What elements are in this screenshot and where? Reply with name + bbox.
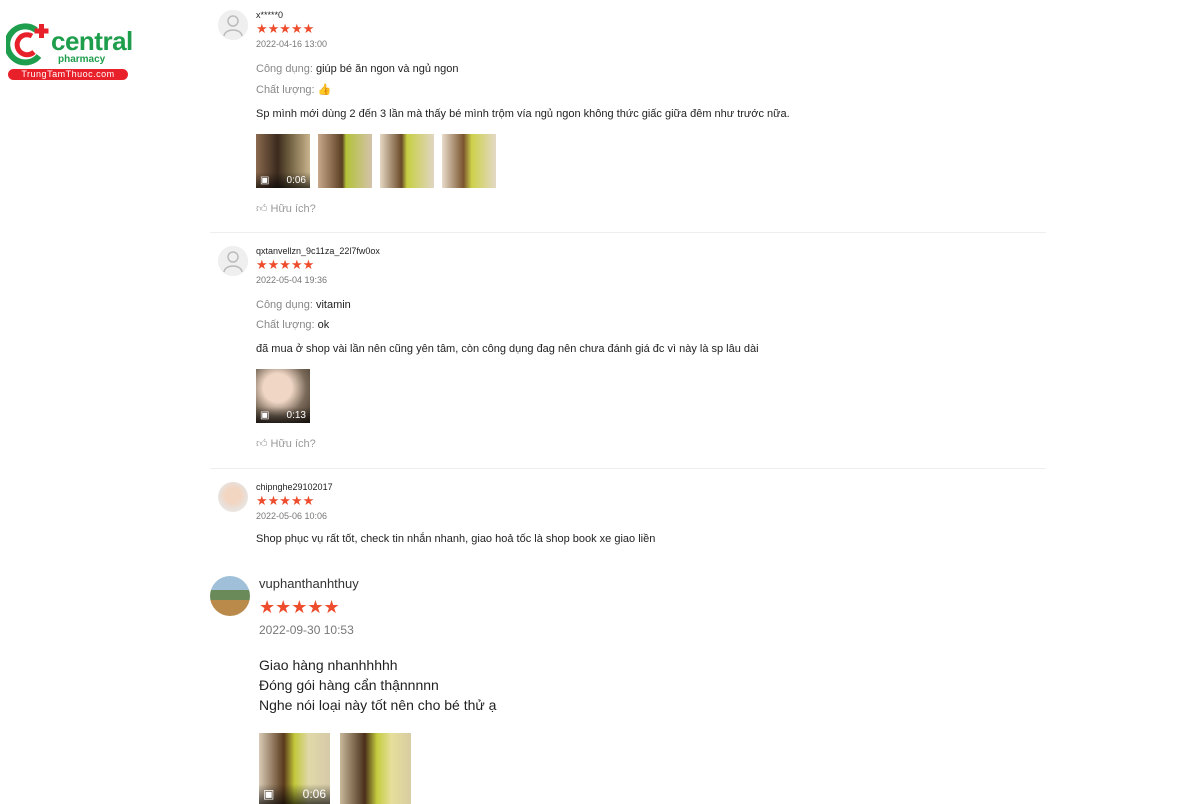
review-username[interactable]: chipnghe29102017 [256,482,655,492]
logo-brand-text: central [51,26,133,56]
review-date: 2022-04-16 13:00 [256,39,328,49]
divider [210,232,1046,233]
usage-value: giúp bé ăn ngon và ngủ ngon [315,63,459,75]
helpful-button[interactable]: 👍︎ Hữu ích? [256,437,759,451]
star-rating: ★★★★★ [256,257,315,272]
video-overlay: ▣ 0:06 [256,172,310,188]
central-pharmacy-logo[interactable]: central pharmacy TrungTamThuoc.com [6,22,133,82]
usage-row: Công dụng: vitamin [256,299,759,311]
quality-value: ok [317,319,330,331]
video-camera-icon: ▣ [260,174,270,186]
review-comment: Shop phục vụ rất tốt, check tin nhắn nha… [256,533,656,545]
star-rating: ★★★★★ [256,493,315,508]
photo-thumbnail[interactable] [442,134,496,188]
logo-mark-icon [6,23,49,66]
video-camera-icon: ▣ [260,409,270,421]
review-comment: đã mua ở shop vài lần nên cũng yên tâm, … [256,343,759,355]
photo-thumbnail[interactable] [380,134,434,188]
usage-label: Công dụng: [256,299,313,311]
quality-label: Chất lượng: [256,84,315,96]
usage-label: Công dụng: [256,63,313,75]
photo-thumbnail[interactable] [340,733,411,804]
review-media: ▣ 0:13 [256,369,759,423]
helpful-label: Hữu ích? [270,202,316,215]
review-username[interactable]: x*****0 [256,10,790,20]
avatar[interactable] [218,482,248,512]
star-rating: ★★★★★ [256,21,315,36]
video-camera-icon: ▣ [263,787,275,801]
review-date: 2022-05-04 19:36 [256,275,328,285]
helpful-label: Hữu ích? [270,437,316,450]
review-date: 2022-05-06 10:06 [256,511,328,521]
usage-value: vitamin [315,299,351,311]
review-username[interactable]: qxtanvellzn_9c11za_22l7fw0ox [256,246,759,256]
review-media: ▣ 0:06 [256,134,790,188]
review-comment: Giao hàng nhanhhhhh Đóng gói hàng cẩn th… [259,655,496,715]
divider [210,468,1046,469]
helpful-button[interactable]: 👍︎ Hữu ích? [256,202,790,216]
default-user-icon [218,10,248,40]
review-media: ▣ 0:06 [259,733,496,804]
comment-line: Nghe nói loại này tốt nên cho bé thử ạ [259,697,497,713]
thumbs-up-icon: 👍 [317,84,332,96]
video-thumbnail[interactable]: ▣ 0:06 [259,733,330,804]
photo-thumbnail[interactable] [318,134,372,188]
logo-sub-text: pharmacy [58,54,106,65]
video-duration: 0:06 [286,174,306,186]
quality-label: Chất lượng: [256,319,315,331]
default-user-icon [218,246,248,276]
quality-row: Chất lượng: 👍 [256,83,790,96]
quality-row: Chất lượng: ok [256,319,759,331]
like-icon: 👍︎ [256,438,268,450]
avatar[interactable] [210,576,250,616]
video-thumbnail[interactable]: ▣ 0:13 [256,369,310,423]
video-duration: 0:13 [286,409,306,421]
video-overlay: ▣ 0:13 [256,407,310,423]
video-duration: 0:06 [302,787,326,801]
usage-row: Công dụng: giúp bé ăn ngon và ngủ ngon [256,63,790,75]
review-username[interactable]: vuphanthanhthuy [259,576,496,591]
comment-line: Đóng gói hàng cẩn thậnnnnn [259,677,439,693]
star-rating: ★★★★★ [259,597,340,617]
video-overlay: ▣ 0:06 [259,784,330,804]
review-comment: Sp mình mới dùng 2 đến 3 lần mà thấy bé … [256,108,790,120]
logo-tagline: TrungTamThuoc.com [8,69,128,80]
comment-line: Giao hàng nhanhhhhh [259,657,398,673]
video-thumbnail[interactable]: ▣ 0:06 [256,134,310,188]
review-date: 2022-09-30 10:53 [259,623,354,637]
avatar[interactable] [218,246,248,276]
avatar[interactable] [218,10,248,40]
like-icon: 👍︎ [256,203,268,215]
